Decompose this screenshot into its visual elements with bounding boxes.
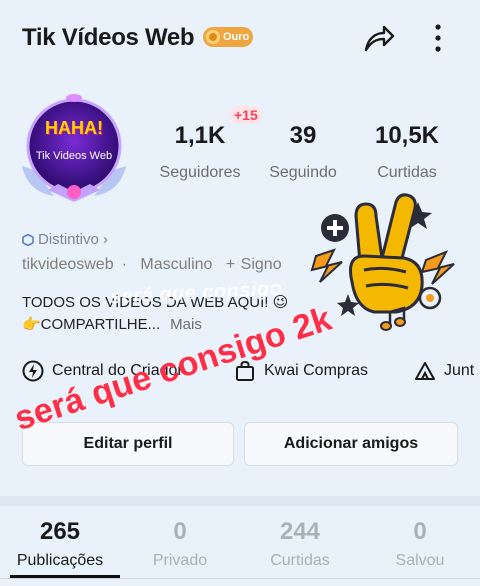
followers-stat[interactable]: 1,1K Seguidores bbox=[150, 122, 250, 182]
tab-bar-border bbox=[0, 578, 480, 579]
tab-private[interactable]: 0 Privado bbox=[120, 518, 240, 570]
tab-label: Curtidas bbox=[270, 552, 330, 569]
followers-count: 1,1K bbox=[174, 122, 226, 149]
tent-icon bbox=[415, 362, 435, 380]
bio-line-2: 👉COMPARTILHE... Mais bbox=[22, 315, 202, 333]
avatar-text-bottom: Tik Videos Web bbox=[35, 150, 113, 162]
medal-icon bbox=[206, 30, 220, 44]
profile-title: Tik Vídeos Web bbox=[22, 24, 195, 51]
add-friends-button[interactable]: Adicionar amigos bbox=[244, 422, 458, 466]
more-link[interactable]: Mais bbox=[170, 316, 202, 333]
avatar[interactable]: HAHA! Tik Videos Web bbox=[14, 88, 134, 208]
profile-meta: tikvideosweb · Masculino + Signo bbox=[22, 256, 290, 274]
tab-count: 265 bbox=[39, 518, 81, 545]
tab-count: 0 bbox=[173, 518, 187, 545]
hexagon-icon bbox=[22, 233, 34, 246]
section-divider bbox=[0, 496, 480, 506]
following-count: 39 bbox=[289, 122, 317, 149]
join-label: Junt bbox=[444, 362, 475, 379]
tab-label: Salvou bbox=[395, 552, 445, 569]
username: tikvideosweb bbox=[22, 256, 114, 273]
more-options-icon[interactable] bbox=[430, 22, 446, 54]
add-sign-link[interactable]: + Signo bbox=[226, 256, 282, 273]
gender: Masculino bbox=[140, 256, 213, 273]
likes-label: Curtidas bbox=[377, 164, 437, 181]
share-icon[interactable] bbox=[362, 22, 396, 54]
avatar-text-top: HAHA! bbox=[45, 118, 103, 138]
gold-level-label: Ouro bbox=[223, 31, 250, 43]
distinctive-label: Distintivo › bbox=[38, 231, 109, 248]
tab-label: Publicações bbox=[16, 552, 104, 569]
tab-likes[interactable]: 244 Curtidas bbox=[240, 518, 360, 570]
lightning-icon bbox=[22, 360, 44, 382]
kwai-shop-label: Kwai Compras bbox=[264, 362, 369, 379]
separator: · bbox=[121, 256, 127, 273]
tab-saved[interactable]: 0 Salvou bbox=[360, 518, 480, 570]
tab-count: 244 bbox=[279, 518, 321, 545]
likes-count: 10,5K bbox=[374, 122, 440, 149]
join-link[interactable]: Junt bbox=[414, 360, 474, 382]
following-label: Seguindo bbox=[269, 164, 337, 181]
tab-label: Privado bbox=[152, 552, 208, 569]
gold-level-badge[interactable]: Ouro bbox=[203, 27, 253, 47]
distinctive-link[interactable]: Distintivo › bbox=[22, 231, 108, 248]
tab-count: 0 bbox=[413, 518, 427, 545]
following-stat[interactable]: 39 Seguindo bbox=[260, 122, 346, 182]
likes-stat[interactable]: 10,5K Curtidas bbox=[360, 122, 454, 182]
followers-label: Seguidores bbox=[159, 164, 241, 181]
tab-publications[interactable]: 265 Publicações bbox=[0, 518, 120, 570]
bio-line-2-text: 👉COMPARTILHE... bbox=[22, 316, 161, 333]
